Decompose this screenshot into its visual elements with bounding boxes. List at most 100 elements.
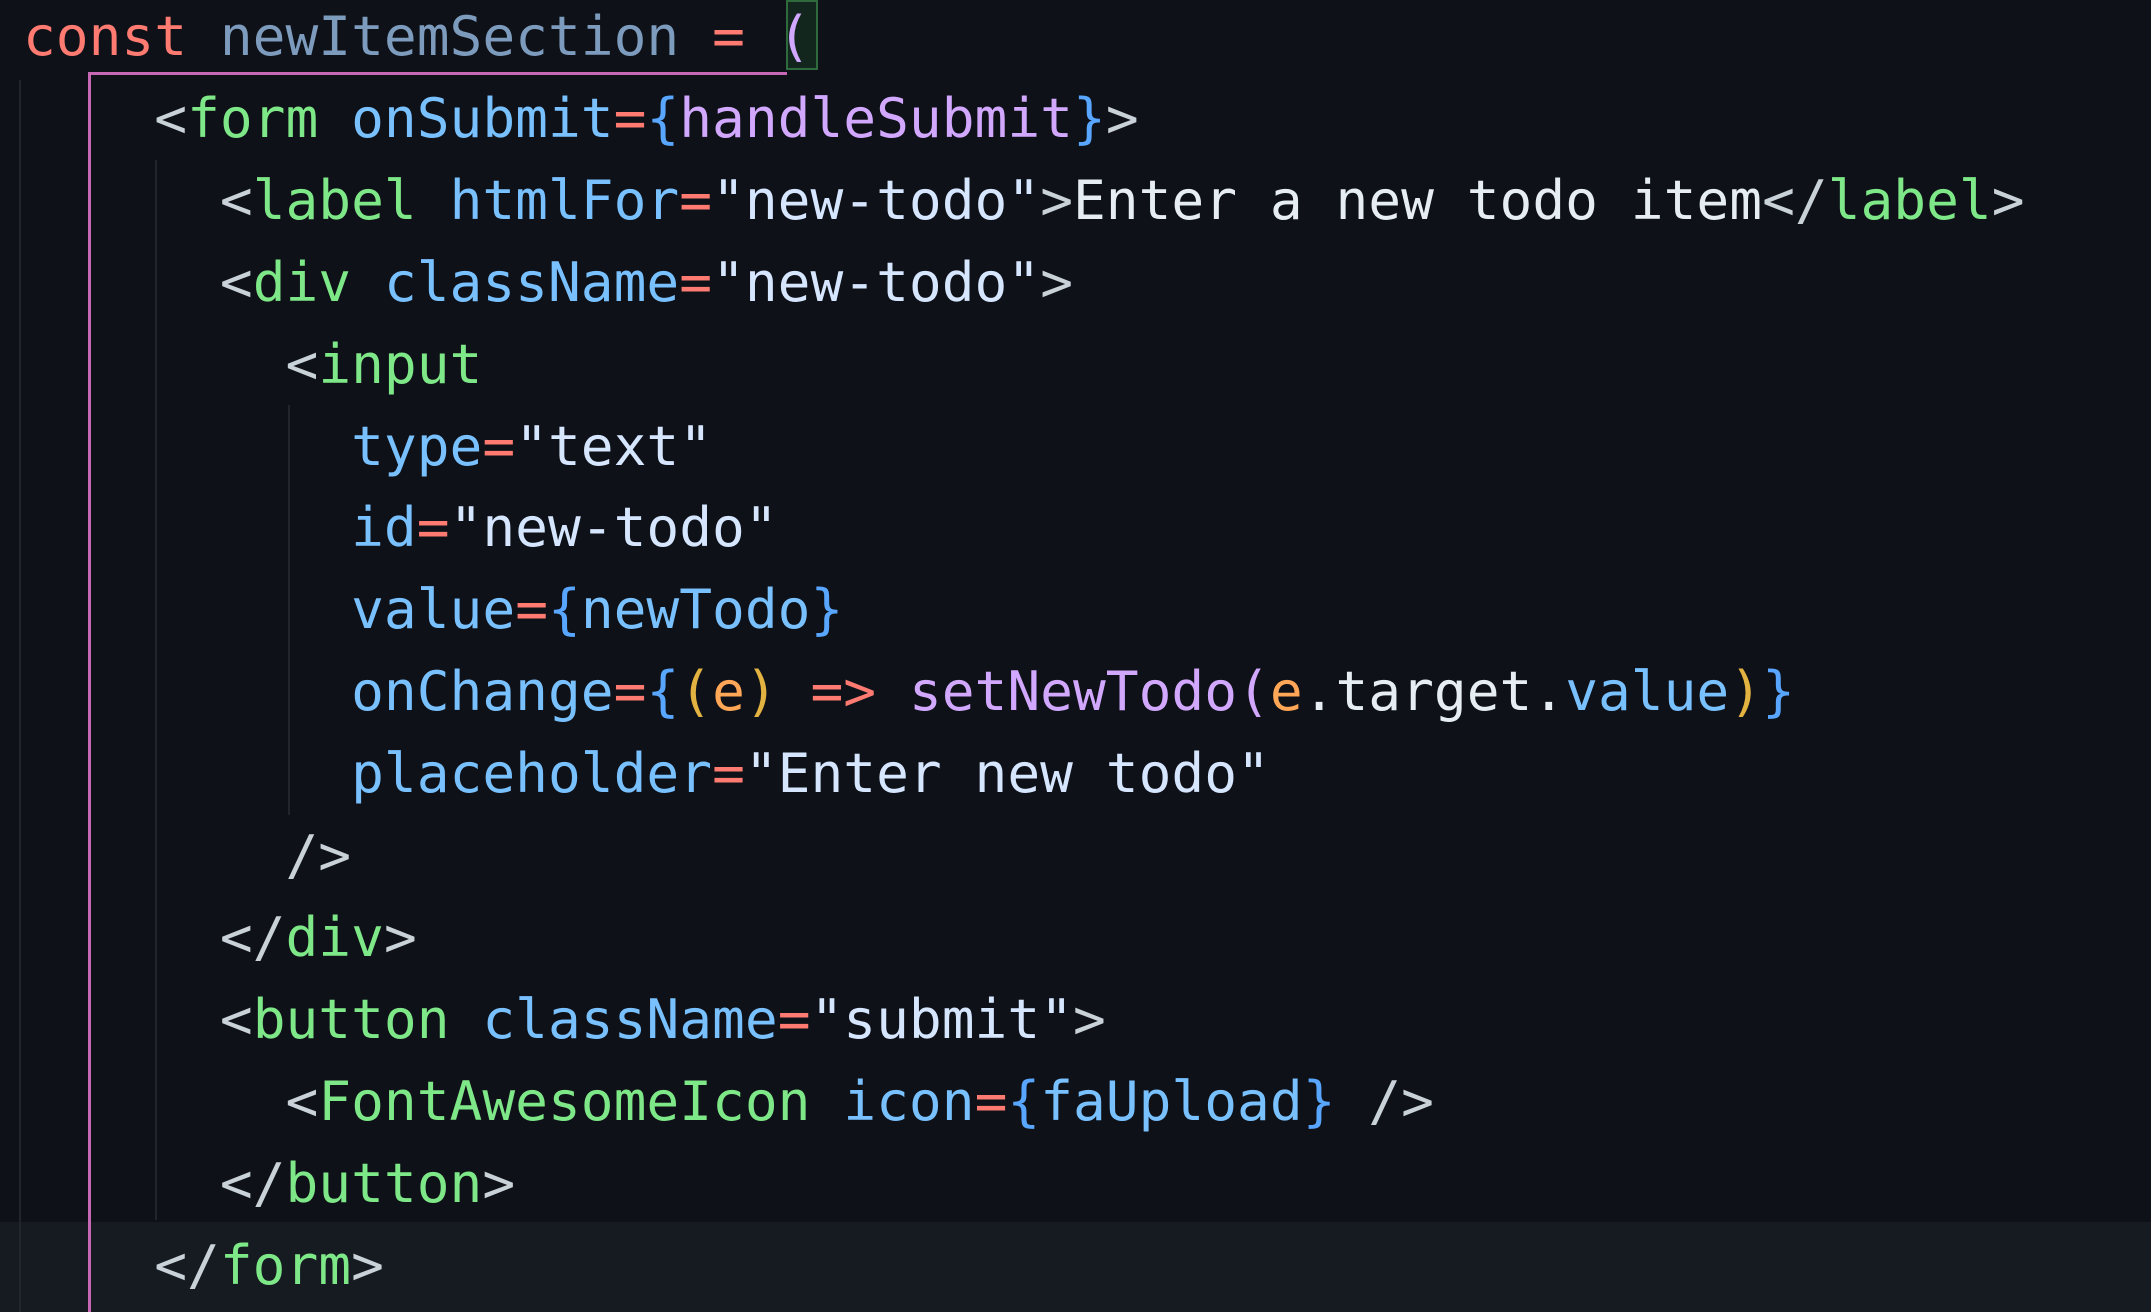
code-line[interactable]: </button> (23, 1142, 515, 1224)
code-token: </ (154, 1232, 220, 1297)
code-token: = (974, 1068, 1008, 1133)
code-token: faUpload (1040, 1068, 1303, 1133)
code-line[interactable]: id="new-todo" (23, 486, 778, 568)
code-token: form (219, 1232, 352, 1297)
code-line[interactable]: <div className="new-todo"> (23, 241, 1073, 323)
code-token: value (1565, 659, 1730, 724)
code-token: ( (679, 659, 713, 724)
code-token: = (613, 659, 647, 724)
code-token: > (1105, 85, 1139, 150)
code-token: type (351, 413, 483, 478)
code-token: e (1269, 659, 1303, 724)
code-token: < (285, 1068, 319, 1133)
code-line[interactable]: const newItemSection = ( (23, 0, 811, 77)
code-line[interactable]: /> (23, 814, 352, 896)
code-line[interactable]: placeholder="Enter new todo" (23, 732, 1270, 814)
code-line[interactable]: type="text" (23, 405, 712, 487)
code-token: div (285, 904, 384, 969)
code-line[interactable]: onChange={(e) => setNewTodo(e.target.val… (23, 650, 1795, 732)
code-editor[interactable]: const newItemSection = ( <form onSubmit=… (0, 0, 2151, 1312)
code-token: } (1762, 659, 1795, 724)
code-token: < (219, 249, 253, 314)
code-token: = (515, 577, 548, 642)
code-token: div (252, 249, 352, 314)
code-token: input (318, 331, 483, 396)
code-line[interactable]: <form onSubmit={handleSubmit}> (23, 77, 1139, 159)
code-line[interactable]: <label htmlFor="new-todo">Enter a new to… (23, 159, 2025, 241)
code-token: < (219, 167, 253, 232)
code-token: > (1040, 167, 1073, 232)
code-token: < (219, 986, 253, 1051)
code-line[interactable]: <FontAwesomeIcon icon={faUpload} /> (23, 1060, 1434, 1142)
code-line[interactable]: </form> (23, 1224, 384, 1306)
indent-guide (19, 80, 21, 1312)
code-token: "submit" (810, 986, 1074, 1051)
code-token: e (712, 659, 745, 724)
code-token: } (1302, 1068, 1336, 1133)
code-token: value (351, 577, 516, 642)
code-token: = (482, 413, 516, 478)
code-token: </ (1762, 167, 1828, 232)
code-token: > (1040, 249, 1073, 314)
code-token: "new-todo" (449, 495, 778, 560)
code-token: < (154, 85, 188, 150)
code-token: icon (843, 1068, 975, 1133)
code-line[interactable]: <input (23, 323, 483, 405)
code-token: FontAwesomeIcon (318, 1068, 811, 1133)
code-token: ) (744, 659, 778, 724)
code-token: button (252, 986, 450, 1051)
code-token: { (646, 85, 680, 150)
code-token: htmlFor (449, 167, 680, 232)
code-token: setNewTodo (908, 659, 1238, 724)
code-line[interactable]: </div> (23, 896, 417, 978)
code-token: .target. (1302, 659, 1566, 724)
code-token: > (1073, 986, 1106, 1051)
code-token: > (482, 1150, 516, 1215)
code-line[interactable]: <button className="submit"> (23, 978, 1106, 1060)
code-token: = (416, 495, 450, 560)
code-token: "new-todo" (712, 167, 1041, 232)
code-token: /> (285, 823, 352, 887)
code-token: placeholder (351, 741, 713, 806)
code-token: onChange (351, 659, 614, 724)
code-token: button (285, 1150, 483, 1215)
code-token: newTodo (580, 577, 811, 642)
code-token: "new-todo" (712, 249, 1041, 314)
code-token: onSubmit (351, 85, 614, 150)
code-token: < (285, 331, 319, 396)
code-line[interactable]: value={newTodo} (23, 568, 843, 650)
code-token: ) (1729, 659, 1763, 724)
code-token: > (383, 904, 417, 969)
code-token: handleSubmit (679, 85, 1073, 150)
code-token: = (679, 249, 713, 314)
code-token: className (383, 249, 680, 314)
code-token: { (1007, 1068, 1041, 1133)
code-token: /> (1335, 1068, 1434, 1133)
code-token: label (252, 167, 417, 232)
code-token: className (482, 986, 778, 1051)
code-token: } (810, 577, 844, 642)
code-token: { (548, 577, 581, 642)
code-token: label (1827, 167, 1992, 232)
code-token: > (351, 1232, 384, 1297)
